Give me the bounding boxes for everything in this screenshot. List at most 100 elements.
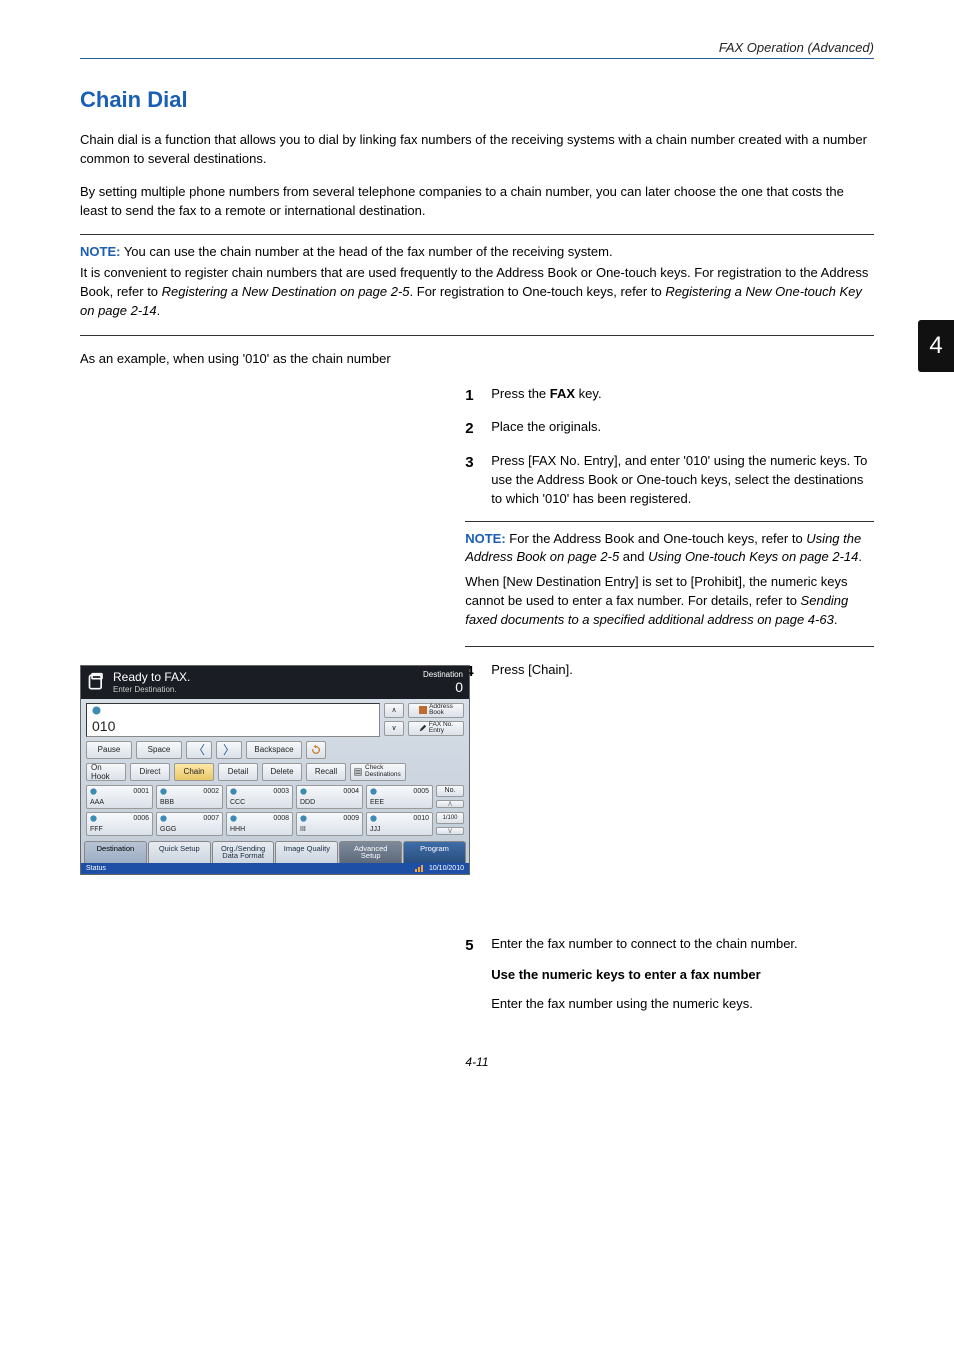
one-touch-label: JJJ <box>370 826 429 833</box>
status-bar: Status 10/10/2010 <box>81 863 469 874</box>
step-3-text: Press [FAX No. Entry], and enter '010' u… <box>491 452 874 509</box>
step-2-text: Place the originals. <box>491 418 601 440</box>
step-5-subheading: Use the numeric keys to enter a fax numb… <box>491 966 797 985</box>
divider <box>80 234 874 235</box>
one-touch-label: GGG <box>160 826 219 833</box>
note-2-ref2: Using One-touch Keys on page 2-14 <box>648 549 858 564</box>
divider <box>465 521 874 522</box>
one-touch-key[interactable]: 0003 CCC <box>226 785 293 809</box>
fax-icon <box>87 672 107 692</box>
note-2: NOTE: For the Address Book and One-touch… <box>465 530 874 630</box>
step-2: 2 Place the originals. <box>465 418 874 440</box>
step-4: 4 Press [Chain]. <box>465 661 874 683</box>
one-touch-key[interactable]: 0004 DDD <box>296 785 363 809</box>
step-number: 5 <box>465 935 491 1014</box>
one-touch-label: EEE <box>370 799 429 806</box>
one-touch-key[interactable]: 0008 HHH <box>226 812 293 836</box>
chevron-left-icon: 〈 <box>193 741 205 758</box>
one-touch-label: III <box>300 826 359 833</box>
cursor-right-button[interactable]: 〉 <box>216 741 242 759</box>
one-touch-key[interactable]: 0009 III <box>296 812 363 836</box>
one-touch-num: 0004 <box>343 788 359 795</box>
one-touch-num: 0007 <box>203 815 219 822</box>
one-touch-key[interactable]: 0005 EEE <box>366 785 433 809</box>
one-touch-num: 0009 <box>343 815 359 822</box>
check-destinations-button[interactable]: Check Destinations <box>350 763 406 781</box>
one-touch-label: DDD <box>300 799 359 806</box>
one-touch-num: 0010 <box>413 815 429 822</box>
note-1-line-1: NOTE: You can use the chain number at th… <box>80 243 874 262</box>
one-touch-key[interactable]: 0002 BBB <box>156 785 223 809</box>
chevron-down-icon: ∨ <box>391 724 396 732</box>
one-touch-label: FFF <box>90 826 149 833</box>
tab-destination[interactable]: Destination <box>84 841 147 863</box>
list-icon <box>354 768 362 776</box>
note-1-ref-1: Registering a New Destination on page 2-… <box>162 284 410 299</box>
one-touch-num: 0003 <box>273 788 289 795</box>
detail-button[interactable]: Detail <box>218 763 258 781</box>
step-3: 3 Press [FAX No. Entry], and enter '010'… <box>465 452 874 509</box>
step-1: 1 Press the FAX key. <box>465 385 874 407</box>
step-4-text: Press [Chain]. <box>491 661 573 683</box>
refresh-button[interactable] <box>306 741 326 759</box>
one-touch-num: 0001 <box>133 788 149 795</box>
dest-icon <box>300 788 307 795</box>
example-line: As an example, when using '010' as the c… <box>80 350 874 369</box>
status-label[interactable]: Status <box>86 865 106 872</box>
one-touch-key[interactable]: 0006 FFF <box>86 812 153 836</box>
tab-quick-setup[interactable]: Quick Setup <box>148 841 211 863</box>
pen-icon <box>419 724 427 732</box>
note-1-text-2b: . For registration to One-touch keys, re… <box>410 284 666 299</box>
cursor-left-button[interactable]: 〈 <box>186 741 212 759</box>
pause-button[interactable]: Pause <box>86 741 132 759</box>
dest-icon <box>90 788 97 795</box>
step-5: 5 Enter the fax number to connect to the… <box>465 935 874 1014</box>
tab-advanced-setup[interactable]: Advanced Setup <box>339 841 402 863</box>
chevron-right-icon: 〉 <box>223 741 235 758</box>
one-touch-key[interactable]: 0010 JJJ <box>366 812 433 836</box>
one-touch-key[interactable]: 0001 AAA <box>86 785 153 809</box>
running-head: FAX Operation (Advanced) <box>80 40 874 59</box>
note-2-p1b: and <box>619 549 648 564</box>
note-1-line-2: It is convenient to register chain numbe… <box>80 264 874 321</box>
intro-para-1: Chain dial is a function that allows you… <box>80 131 874 169</box>
scroll-down-button[interactable]: ∨ <box>384 721 404 736</box>
one-touch-num: 0008 <box>273 815 289 822</box>
delete-button[interactable]: Delete <box>262 763 302 781</box>
dest-icon <box>160 815 167 822</box>
fax-titlebar: Ready to FAX. Enter Destination. Destina… <box>81 666 469 699</box>
chapter-tab: 4 <box>918 320 954 372</box>
direct-button[interactable]: Direct <box>130 763 170 781</box>
backspace-button[interactable]: Backspace <box>246 741 302 759</box>
refresh-icon <box>311 745 321 755</box>
step-number: 1 <box>465 385 491 407</box>
step-1-bold: FAX <box>550 386 575 401</box>
note-label: NOTE: <box>465 531 505 546</box>
one-touch-key[interactable]: 0007 GGG <box>156 812 223 836</box>
step-number: 2 <box>465 418 491 440</box>
on-hook-button[interactable]: On Hook <box>86 763 126 781</box>
one-touch-label: HHH <box>230 826 289 833</box>
step-5-subtext: Enter the fax number using the numeric k… <box>491 995 797 1014</box>
chain-button[interactable]: Chain <box>174 763 214 781</box>
check-destinations-label: Check Destinations <box>365 765 401 778</box>
note-2-p1a: For the Address Book and One-touch keys,… <box>506 531 807 546</box>
step-5-content: Enter the fax number to connect to the c… <box>491 935 797 1014</box>
dest-icon <box>370 815 377 822</box>
one-touch-num: 0006 <box>133 815 149 822</box>
divider <box>80 335 874 336</box>
recall-button[interactable]: Recall <box>306 763 346 781</box>
space-button[interactable]: Space <box>136 741 182 759</box>
dest-icon <box>300 815 307 822</box>
tab-org-sending[interactable]: Org./Sending Data Format <box>212 841 275 863</box>
divider <box>465 646 874 647</box>
number-display: 010 <box>86 703 380 737</box>
dest-icon <box>160 788 167 795</box>
one-touch-label: BBB <box>160 799 219 806</box>
destination-count: 0 <box>423 679 463 695</box>
one-touch-num: 0002 <box>203 788 219 795</box>
dest-icon <box>230 815 237 822</box>
scroll-up-button[interactable]: ∧ <box>384 703 404 718</box>
section-title: Chain Dial <box>80 87 874 113</box>
tab-image-quality[interactable]: Image Quality <box>275 841 338 863</box>
